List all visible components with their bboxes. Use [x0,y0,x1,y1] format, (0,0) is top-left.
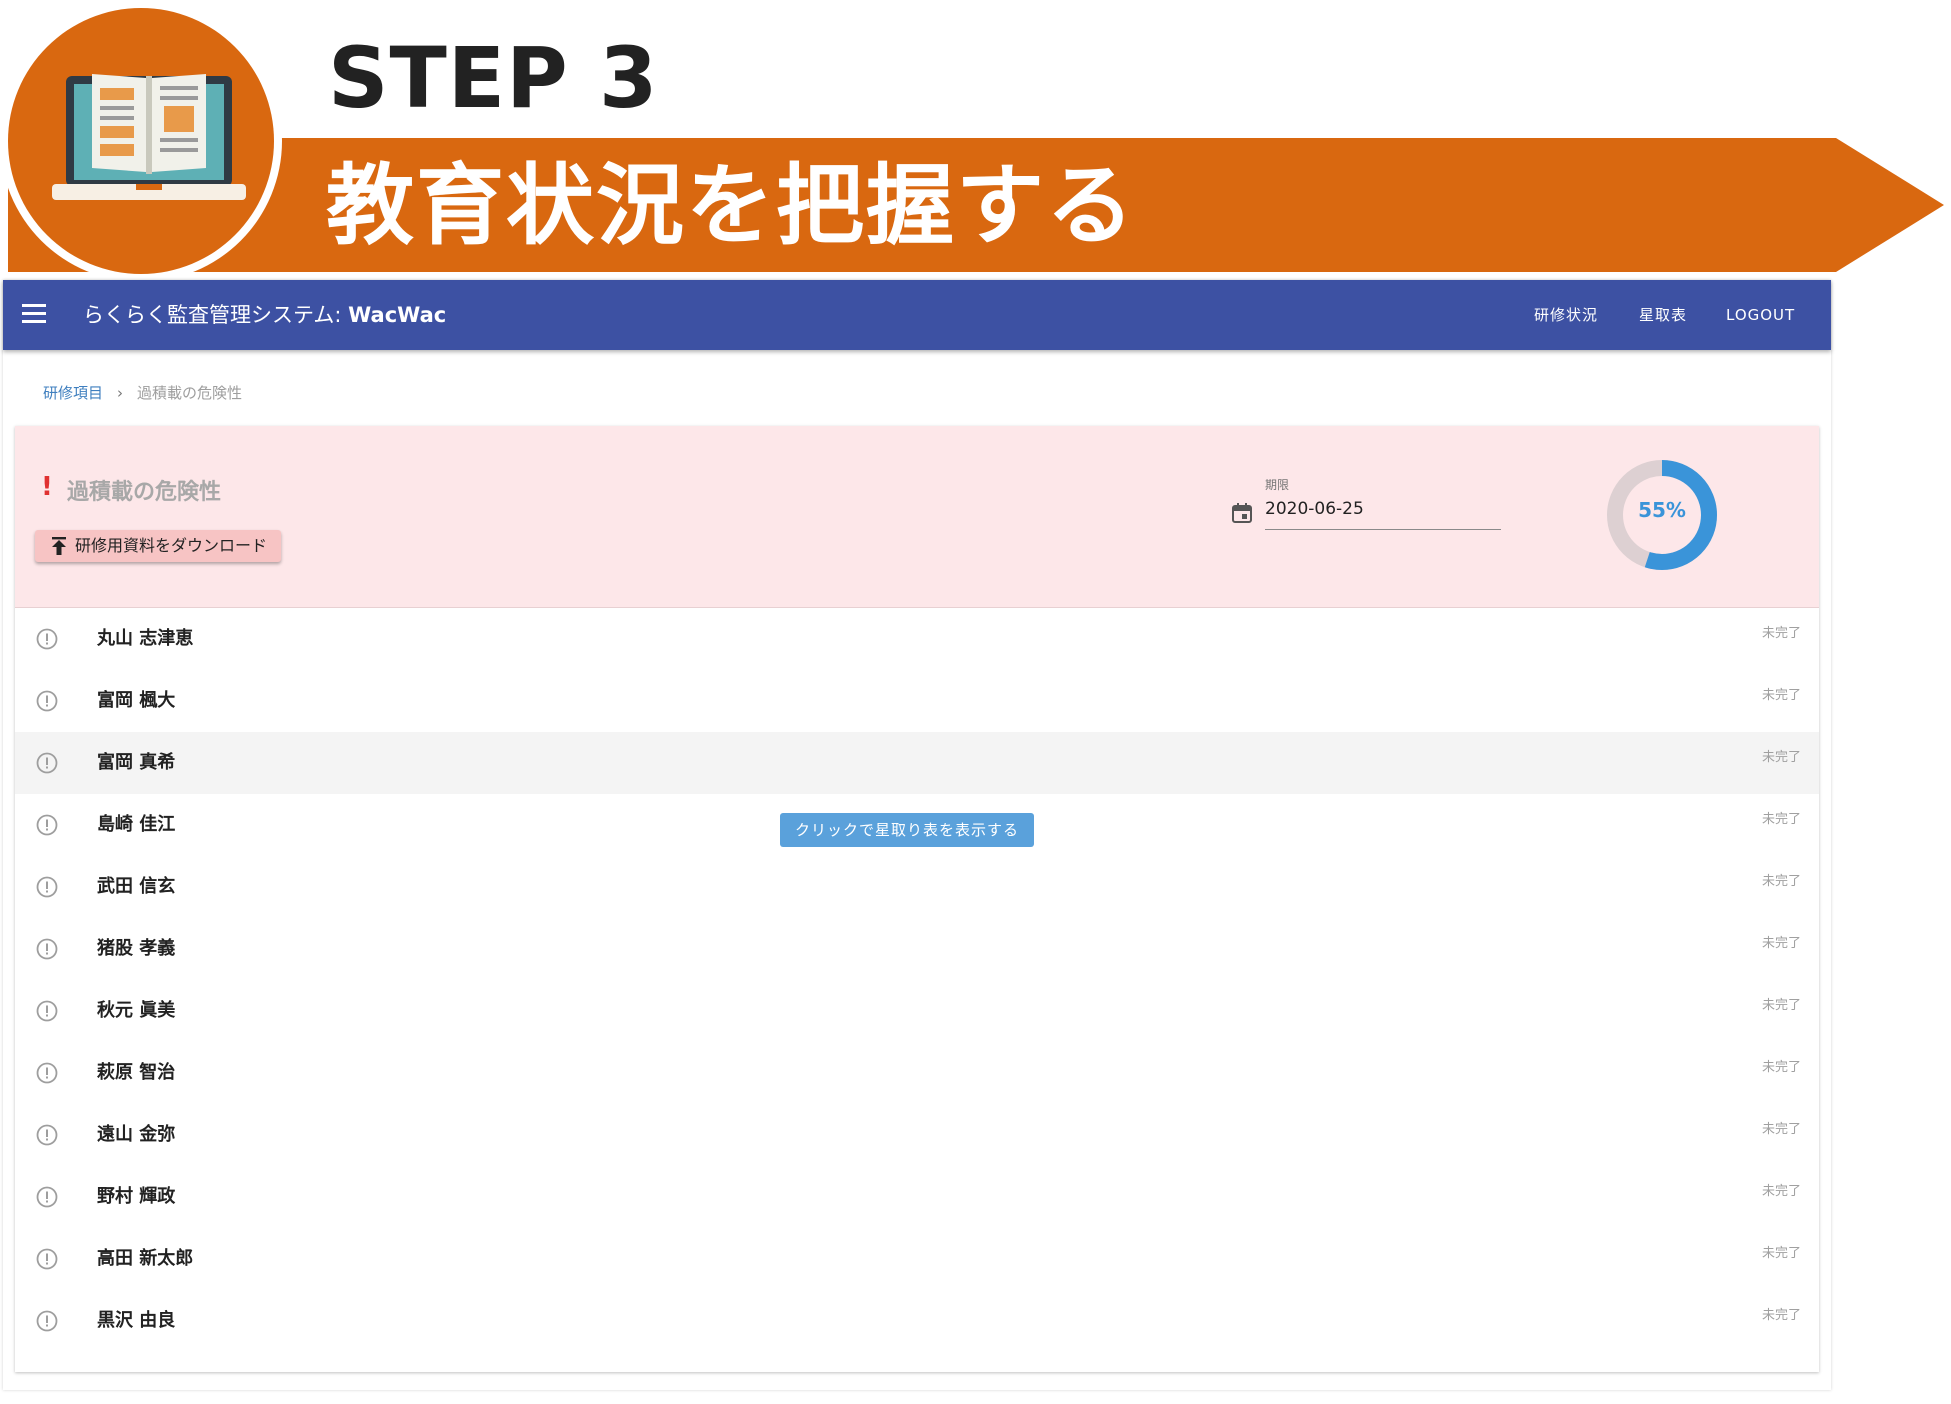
breadcrumb-separator: › [117,384,124,402]
incomplete-status-icon [36,1310,58,1332]
member-status: 未完了 [1761,1308,1801,1323]
member-status: 未完了 [1761,1122,1801,1137]
app-title: らくらく監査管理システム: WacWac [83,300,446,330]
incomplete-status-icon [36,752,58,774]
progress-percent: 55% [1638,498,1686,522]
member-row[interactable]: 高田 新太郎 未完了 [15,1228,1819,1290]
member-name: 黒沢 由良 [97,1310,176,1331]
upload-arrow-icon [52,537,66,555]
card-header: ! 過積載の危険性 研修用資料をダウンロード 期限 2020-06-25 55% [15,426,1819,608]
member-name: 高田 新太郎 [97,1248,194,1269]
incomplete-status-icon [36,876,58,898]
incomplete-status-icon [36,628,58,650]
member-status: 未完了 [1761,750,1801,765]
star-chart-tooltip: クリックで星取り表を表示する [780,813,1034,847]
member-name: 遠山 金弥 [97,1124,176,1145]
member-list: 丸山 志津恵 未完了 富岡 楓大 未完了 富岡 真希 未完了 島崎 佳江 未完了 武田 信玄 未完… [15,608,1819,1352]
training-card: ! 過積載の危険性 研修用資料をダウンロード 期限 2020-06-25 55%… [15,426,1819,1372]
incomplete-status-icon [36,814,58,836]
member-name: 丸山 志津恵 [97,628,194,649]
member-name: 富岡 真希 [97,752,176,773]
alert-icon: ! [41,472,53,502]
member-row[interactable]: 野村 輝政 未完了 [15,1166,1819,1228]
incomplete-status-icon [36,1186,58,1208]
incomplete-status-icon [36,690,58,712]
nav-training-status[interactable]: 研修状況 [1534,302,1598,328]
member-name: 萩原 智治 [97,1062,176,1083]
member-status: 未完了 [1761,812,1801,827]
member-status: 未完了 [1761,688,1801,703]
app-title-brand: WacWac [348,303,447,327]
app-title-prefix: らくらく監査管理システム: [83,303,349,327]
hamburger-menu-icon[interactable] [22,304,46,324]
member-status: 未完了 [1761,936,1801,951]
breadcrumb-link-training-items[interactable]: 研修項目 [43,384,103,402]
member-status: 未完了 [1761,626,1801,641]
deadline-field: 期限 [1231,476,1505,532]
member-name: 武田 信玄 [97,876,176,897]
breadcrumb-current: 過積載の危険性 [137,384,243,402]
incomplete-status-icon [36,1248,58,1270]
breadcrumb: 研修項目 › 過積載の危険性 [43,382,242,404]
member-status: 未完了 [1761,998,1801,1013]
app-bar: らくらく監査管理システム: WacWac 研修状況 星取表 LOGOUT [3,280,1831,350]
member-name: 猪股 孝義 [97,938,176,959]
download-materials-button[interactable]: 研修用資料をダウンロード [35,530,282,562]
member-row[interactable]: 秋元 眞美 未完了 [15,980,1819,1042]
nav-logout[interactable]: LOGOUT [1726,302,1795,328]
member-name: 島崎 佳江 [97,814,176,835]
member-status: 未完了 [1761,1060,1801,1075]
download-materials-label: 研修用資料をダウンロード [75,536,268,555]
step-subtitle: 教育状況を把握する [326,154,1137,257]
member-status: 未完了 [1761,1246,1801,1261]
member-status: 未完了 [1761,1184,1801,1199]
member-row[interactable]: 富岡 楓大 未完了 [15,670,1819,732]
member-row[interactable]: 猪股 孝義 未完了 [15,918,1819,980]
member-name: 秋元 眞美 [97,1000,176,1021]
member-row[interactable]: 富岡 真希 未完了 [15,732,1819,794]
member-row[interactable]: 萩原 智治 未完了 [15,1042,1819,1104]
incomplete-status-icon [36,1062,58,1084]
member-row[interactable]: 武田 信玄 未完了 [15,856,1819,918]
member-name: 富岡 楓大 [97,690,176,711]
member-row[interactable]: 遠山 金弥 未完了 [15,1104,1819,1166]
progress-ring: 55% [1605,458,1719,572]
step-title: STEP 3 [328,29,659,127]
incomplete-status-icon [36,1000,58,1022]
app-window: らくらく監査管理システム: WacWac 研修状況 星取表 LOGOUT 研修項… [3,280,1831,1390]
member-status: 未完了 [1761,874,1801,889]
laptop-book-icon [52,74,246,200]
deadline-label: 期限 [1265,478,1290,492]
deadline-input[interactable] [1265,494,1501,530]
member-row[interactable]: 黒沢 由良 未完了 [15,1290,1819,1352]
member-row[interactable]: 丸山 志津恵 未完了 [15,608,1819,670]
step-badge [0,0,282,282]
incomplete-status-icon [36,1124,58,1146]
member-name: 野村 輝政 [97,1186,176,1207]
calendar-icon [1232,503,1252,523]
topic-title: 過積載の危険性 [67,480,222,505]
incomplete-status-icon [36,938,58,960]
nav-star-chart[interactable]: 星取表 [1639,302,1687,328]
